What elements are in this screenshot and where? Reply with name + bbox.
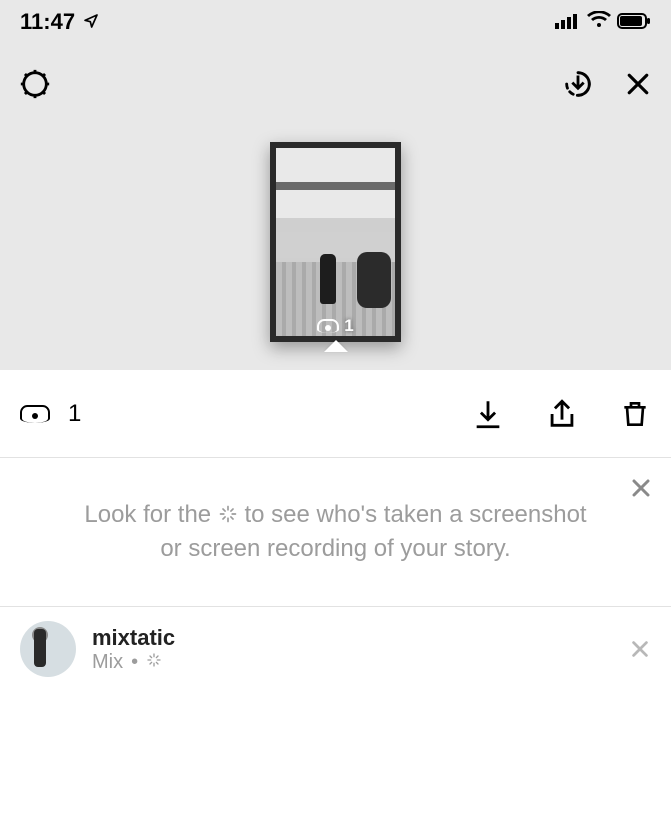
sparkle-icon: [218, 503, 245, 530]
trash-icon: [619, 397, 651, 431]
wifi-icon: [587, 9, 611, 35]
dismiss-tip-button[interactable]: [629, 476, 653, 500]
views-count-value: 1: [68, 400, 81, 428]
close-icon: [623, 69, 653, 99]
battery-icon: [617, 9, 651, 35]
story-viewer-header: 1: [0, 44, 671, 370]
avatar: [20, 621, 76, 677]
viewer-display-name: Mix: [92, 651, 123, 674]
eye-icon: [20, 405, 50, 423]
tip-text-before: Look for the: [84, 501, 211, 528]
download-circle-icon: [561, 67, 595, 101]
status-time: 11:47: [20, 9, 75, 35]
close-button[interactable]: [623, 69, 653, 99]
save-story-button[interactable]: [561, 67, 595, 101]
download-button[interactable]: [471, 397, 505, 431]
settings-button[interactable]: [18, 67, 52, 101]
story-action-bar: 1: [0, 370, 671, 458]
story-thumbnail[interactable]: 1: [270, 142, 401, 342]
share-icon: [545, 397, 579, 431]
viewer-row[interactable]: mixtatic Mix •: [0, 607, 671, 691]
screenshot-tip-banner: Look for the to see who's taken a screen…: [0, 458, 671, 607]
download-icon: [471, 397, 505, 431]
cellular-icon: [555, 9, 581, 35]
viewer-separator: •: [131, 651, 138, 674]
delete-button[interactable]: [619, 397, 651, 431]
status-bar: 11:47: [0, 0, 671, 44]
viewer-username: mixtatic: [92, 625, 175, 651]
thumbnail-views-overlay: 1: [270, 316, 401, 336]
location-icon: [83, 9, 99, 35]
story-thumbnail-image: [270, 142, 401, 342]
selection-pointer: [324, 340, 348, 352]
close-icon: [629, 476, 653, 500]
close-icon: [629, 638, 651, 660]
gear-icon: [18, 67, 52, 101]
sparkle-icon: [146, 651, 162, 674]
share-button[interactable]: [545, 397, 579, 431]
eye-icon: [317, 319, 339, 333]
hide-viewer-button[interactable]: [629, 638, 651, 660]
thumbnail-views-count: 1: [344, 316, 353, 336]
views-counter[interactable]: 1: [20, 400, 81, 428]
